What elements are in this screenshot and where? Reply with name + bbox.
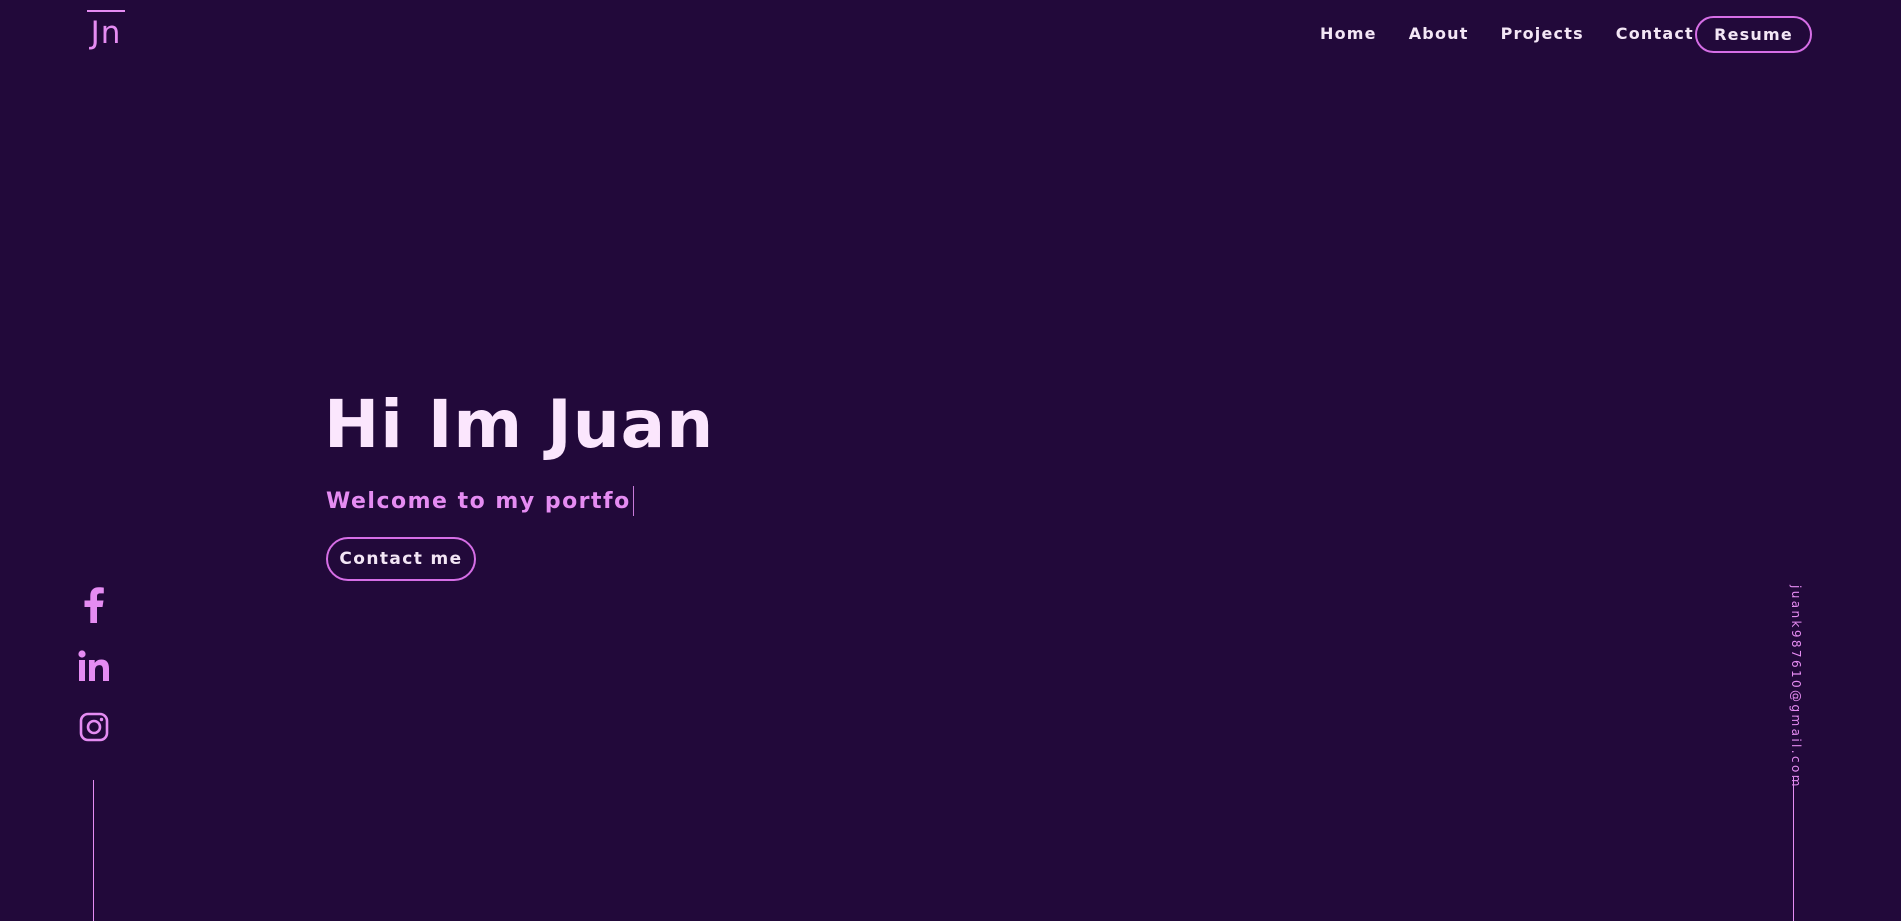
facebook-link[interactable] <box>72 583 116 627</box>
typed-text: Welcome to my portfo <box>326 488 631 514</box>
top-nav: Home About Projects Contact <box>1320 24 1694 43</box>
linkedin-link[interactable] <box>72 644 116 688</box>
linkedin-icon <box>78 650 109 681</box>
instagram-link[interactable] <box>72 705 116 749</box>
email-link[interactable]: juank987610@gmail.com <box>1789 585 1803 789</box>
typing-caret <box>632 486 634 516</box>
facebook-icon <box>84 587 104 623</box>
nav-contact[interactable]: Contact <box>1616 24 1694 43</box>
instagram-icon <box>79 712 109 742</box>
email-sidebar: juank987610@gmail.com <box>1782 585 1804 789</box>
nav-home[interactable]: Home <box>1320 24 1377 43</box>
nav-projects[interactable]: Projects <box>1501 24 1584 43</box>
nav-about[interactable]: About <box>1409 24 1469 43</box>
portfolio-page: Jn Home About Projects Contact Resume Hi… <box>0 0 1901 921</box>
contact-me-button[interactable]: Contact me <box>326 537 476 581</box>
right-divider-line <box>1793 777 1794 921</box>
left-divider-line <box>93 780 94 921</box>
logo[interactable]: Jn <box>87 10 125 49</box>
hero-title: Hi Im Juan <box>324 386 715 463</box>
resume-button[interactable]: Resume <box>1695 16 1812 53</box>
social-links <box>72 583 116 766</box>
hero-subtitle: Welcome to my portfo <box>326 486 634 516</box>
